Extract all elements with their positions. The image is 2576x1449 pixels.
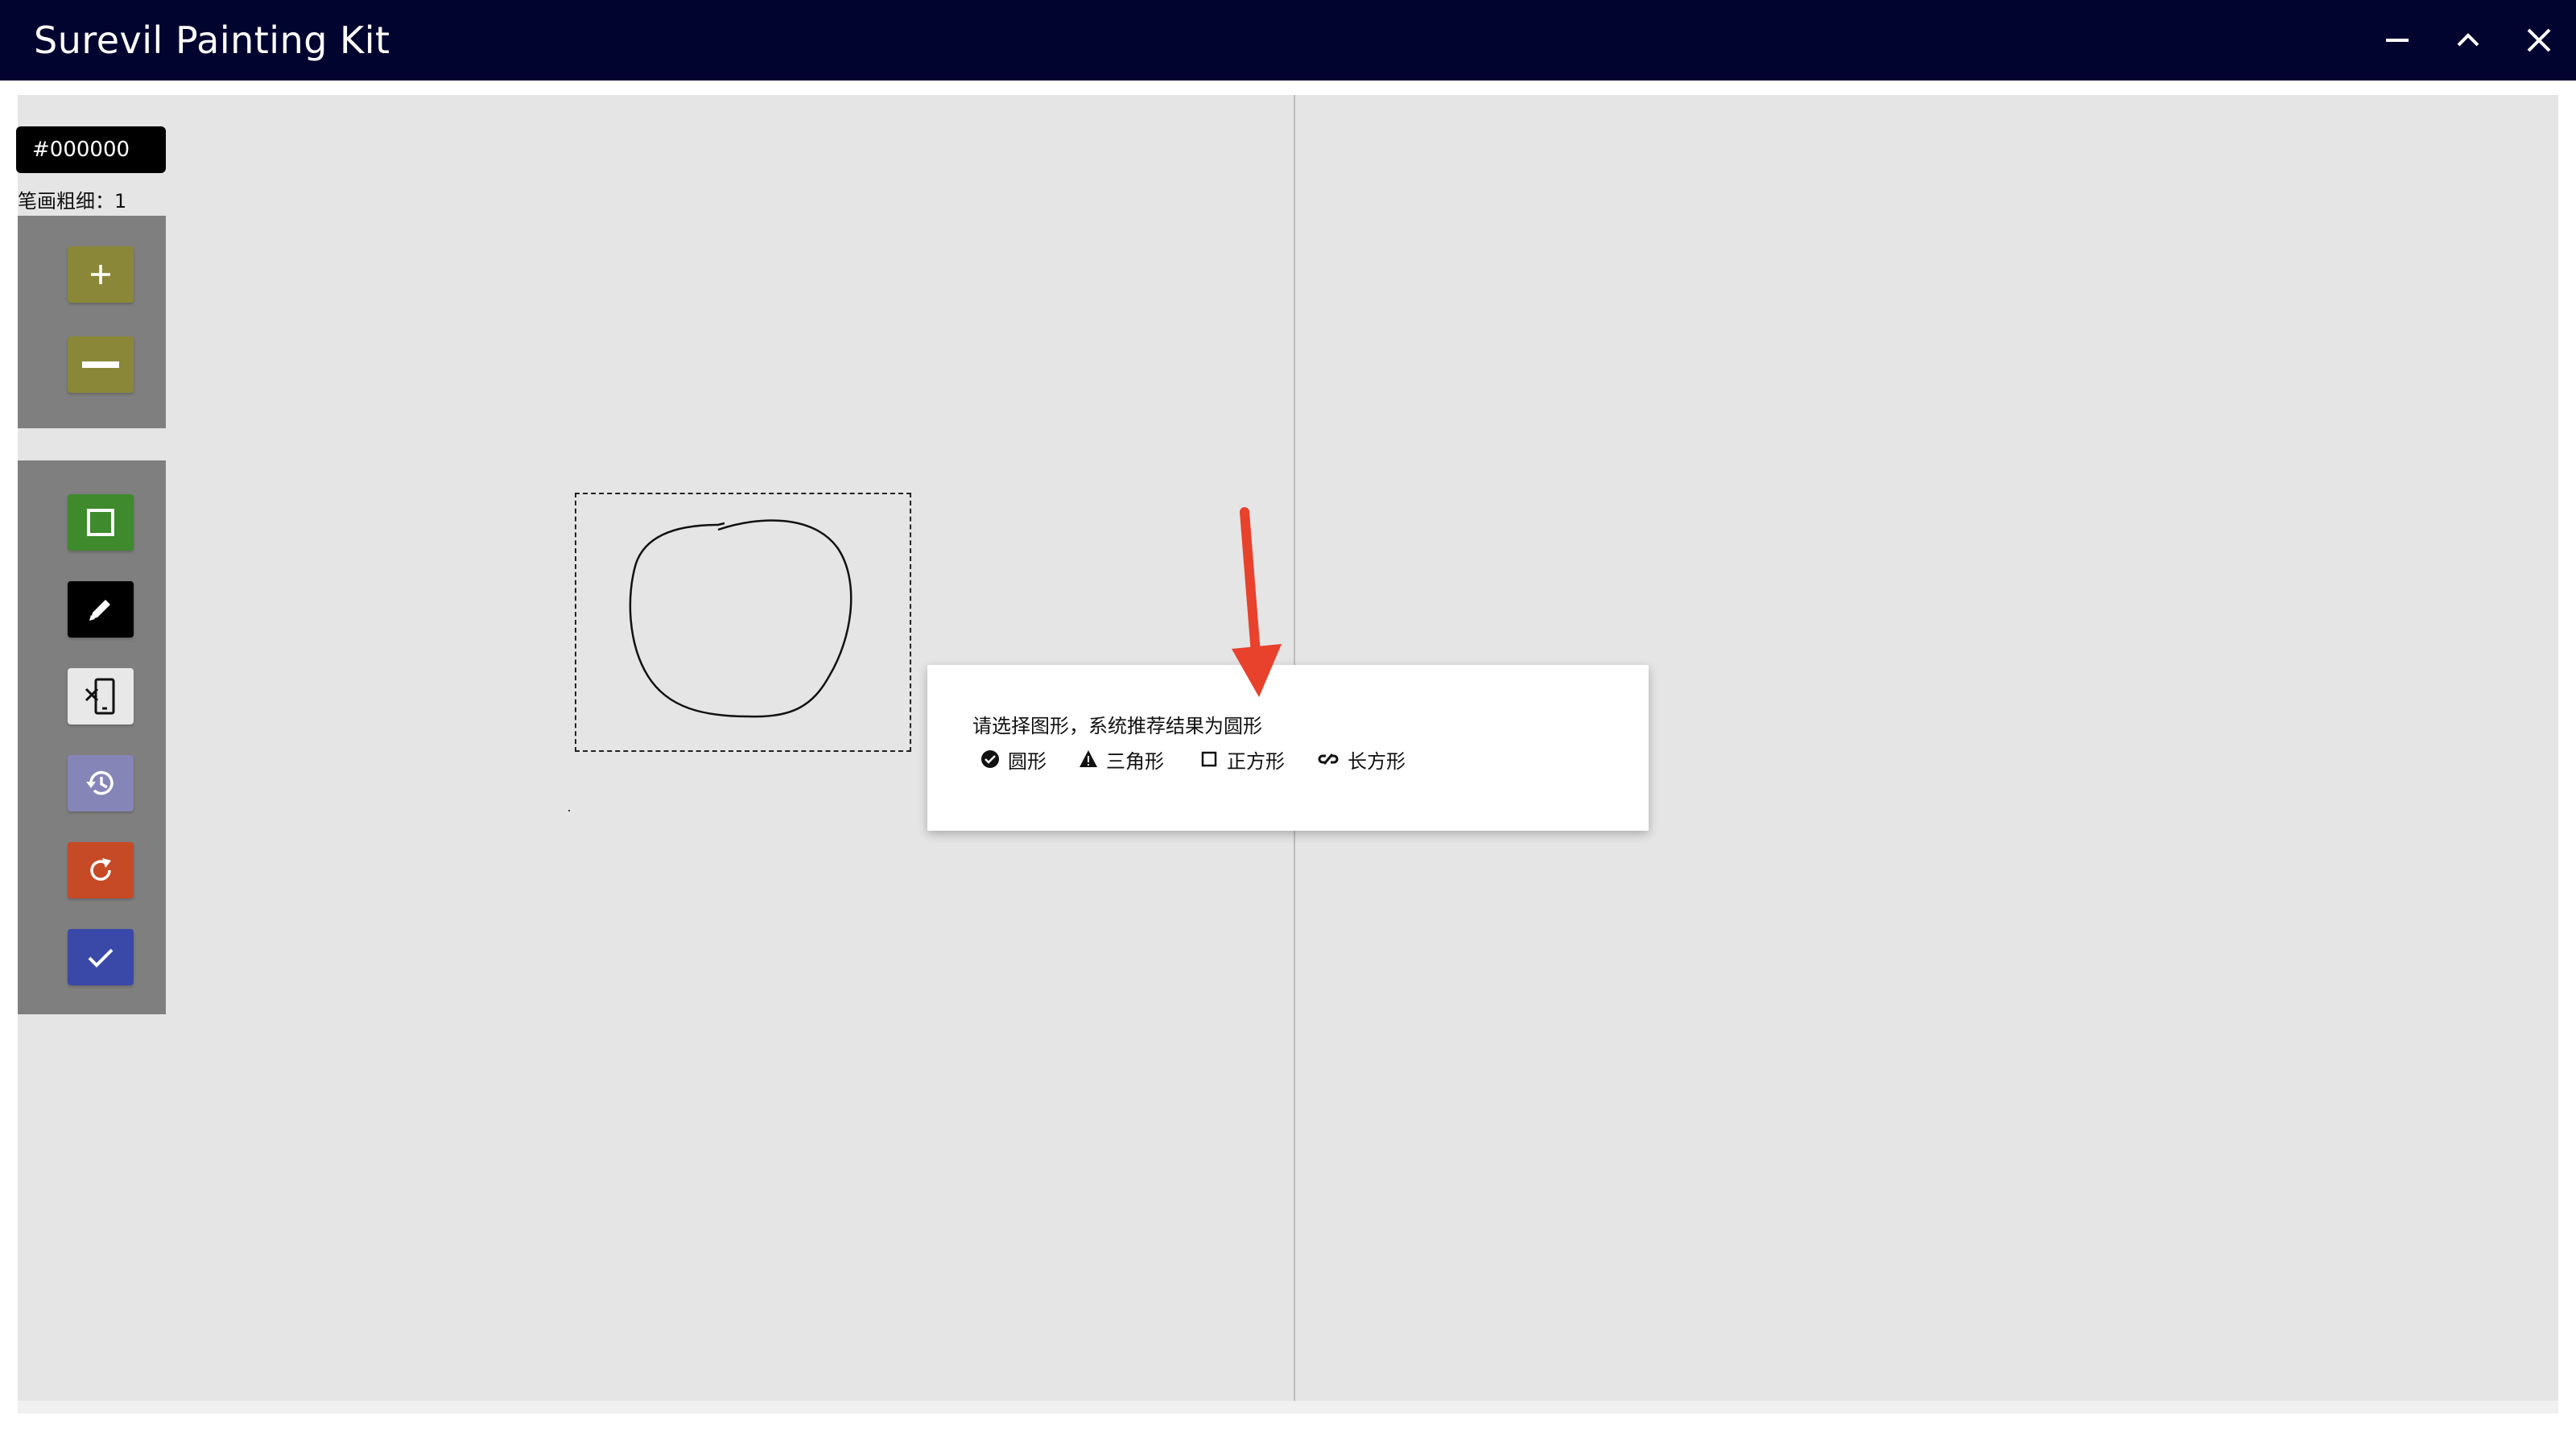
- confirm-tool-button[interactable]: [68, 929, 134, 985]
- square-outline-icon: [1201, 751, 1217, 767]
- redo-tool-button[interactable]: [68, 842, 134, 898]
- canvas-bottom-band: [18, 1401, 2558, 1414]
- refresh-icon: [90, 858, 111, 881]
- pencil-tool-button[interactable]: [68, 581, 134, 638]
- minus-icon: [82, 361, 119, 368]
- title-bar: Surevil Painting Kit: [0, 0, 2576, 80]
- tools-panel: [18, 460, 166, 1014]
- color-value-field[interactable]: #000000: [16, 126, 166, 173]
- option-square[interactable]: 正方形: [1199, 745, 1285, 773]
- decrease-stroke-button[interactable]: [68, 336, 134, 393]
- check-icon: [88, 948, 114, 968]
- check-circle-icon: [981, 750, 999, 768]
- window-bottom-strip: [0, 1414, 2576, 1449]
- selection-box[interactable]: [575, 493, 911, 752]
- maximize-button[interactable]: [2444, 16, 2492, 64]
- link-icon: [1318, 753, 1339, 765]
- option-circle-label: 圆形: [1008, 749, 1046, 773]
- stroke-width-label: 笔画粗细：1: [18, 190, 127, 213]
- option-triangle-label: 三角形: [1106, 749, 1164, 773]
- app-window: Surevil Painting Kit #000000 笔画粗细：1 请选择图…: [0, 0, 2576, 1449]
- dialog-message: 请选择图形，系统推荐结果为圆形: [972, 715, 1262, 737]
- stroke-panel: [18, 216, 166, 428]
- plus-icon: [91, 265, 110, 284]
- option-square-label: 正方形: [1227, 749, 1285, 773]
- minimize-icon: [2386, 39, 2409, 42]
- close-icon: [2527, 28, 2551, 52]
- warning-triangle-icon: [1080, 750, 1097, 767]
- history-icon: [86, 770, 114, 795]
- chevron-up-icon: [2457, 33, 2479, 47]
- option-circle[interactable]: 圆形: [980, 745, 1046, 773]
- app-title: Surevil Painting Kit: [34, 19, 390, 62]
- minimize-button[interactable]: [2373, 16, 2421, 64]
- history-tool-button[interactable]: [68, 755, 134, 811]
- square-icon: [87, 509, 114, 536]
- pencil-icon: [89, 600, 110, 621]
- close-button[interactable]: [2515, 16, 2563, 64]
- shape-select-dialog: 请选择图形，系统推荐结果为圆形 圆形 三角形 正方形 长方形: [927, 665, 1649, 831]
- canvas-dot: [568, 810, 570, 811]
- eraser-icon: [85, 678, 115, 715]
- option-rectangle-label: 长方形: [1348, 749, 1406, 773]
- option-triangle[interactable]: 三角形: [1079, 745, 1164, 773]
- increase-stroke-button[interactable]: [68, 246, 134, 303]
- shape-tool-button[interactable]: [68, 494, 134, 551]
- option-rectangle[interactable]: 长方形: [1317, 745, 1406, 773]
- eraser-tool-button[interactable]: [68, 668, 134, 724]
